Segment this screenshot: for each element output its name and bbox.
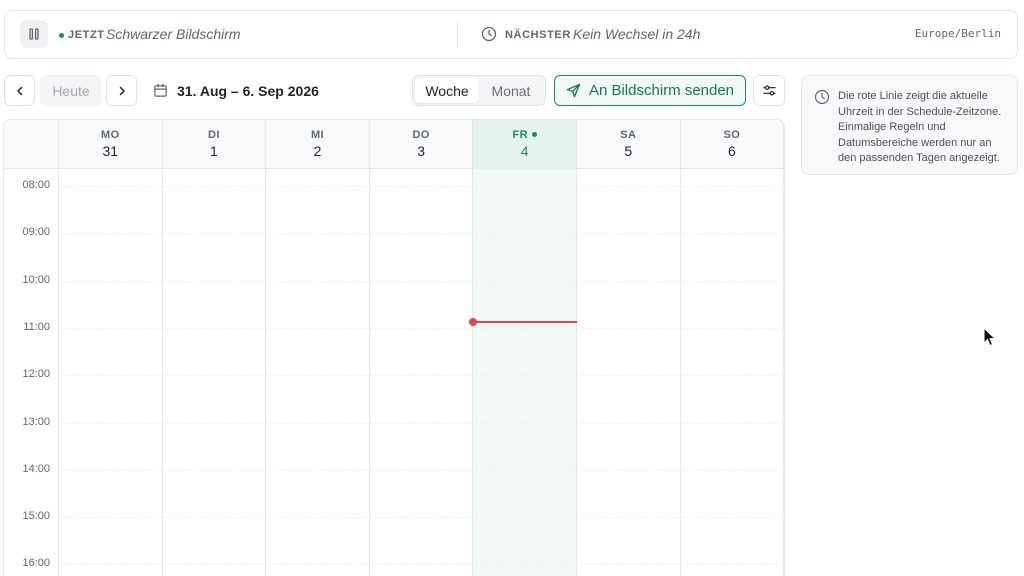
calendar-icon <box>154 83 167 97</box>
today-indicator-dot <box>531 131 537 137</box>
hour-gridline <box>59 517 784 519</box>
timezone-label: Europe/Berlin <box>914 27 1001 40</box>
chevron-left-icon <box>16 86 22 95</box>
pause-icon <box>29 28 39 40</box>
day-column-1[interactable] <box>163 169 267 576</box>
status-bar: JETZT Schwarzer Bildschirm NÄCHSTER Kein… <box>4 10 1018 59</box>
calendar-header: MO 31 DI 1 MI 2 DO 3 FR 4 SA 5 SO 6 <box>4 120 784 169</box>
next-value: Kein Wechsel in 24h <box>573 26 701 42</box>
day-header-1[interactable]: DI 1 <box>163 120 267 169</box>
next-week-button[interactable] <box>106 75 137 106</box>
pause-button[interactable] <box>20 20 48 48</box>
day-column-3[interactable] <box>370 169 474 576</box>
week-calendar: MO 31 DI 1 MI 2 DO 3 FR 4 SA 5 SO 6 08:00 09:00 10:00 11… <box>3 119 785 576</box>
hour-gridline <box>59 280 784 282</box>
day-abbr-text: DI <box>207 129 220 141</box>
sliders-icon <box>762 85 776 96</box>
hour-gridline <box>59 469 784 471</box>
day-header-5[interactable]: SA 5 <box>577 120 681 169</box>
day-number: 2 <box>313 143 322 159</box>
day-abbr: DI <box>163 129 266 141</box>
day-number: 1 <box>209 143 218 159</box>
calendar-body: 08:00 09:00 10:00 11:00 12:00 13:00 14:00 15:00… <box>4 169 784 576</box>
day-abbr-text: MI <box>310 129 324 141</box>
day-abbr-text: DO <box>412 129 430 141</box>
hour-label: 15:00 <box>22 510 50 523</box>
day-column-5[interactable] <box>577 169 681 576</box>
now-value: Schwarzer Bildschirm <box>106 26 241 42</box>
day-number: 31 <box>102 143 119 159</box>
today-button[interactable]: Heute <box>40 75 102 106</box>
hour-label: 12:00 <box>22 368 50 381</box>
clock-icon <box>814 89 830 105</box>
hour-gridline <box>59 422 784 424</box>
day-column-4[interactable] <box>473 169 577 576</box>
day-abbr: MO <box>59 129 162 141</box>
day-column-0[interactable] <box>59 169 163 576</box>
live-indicator-dot <box>59 33 64 38</box>
day-number: 3 <box>417 143 425 159</box>
day-column-2[interactable] <box>266 169 370 576</box>
hour-gridline <box>59 564 784 566</box>
status-divider <box>457 22 458 48</box>
hour-label: 11:00 <box>23 320 50 333</box>
day-header-2[interactable]: MI 2 <box>266 120 370 169</box>
day-abbr-text: SA <box>620 129 637 141</box>
day-abbr: MI <box>266 129 369 141</box>
info-text: Die rote Linie zeigt die aktuelle Uhrzei… <box>838 90 1002 164</box>
current-time-line <box>473 321 577 324</box>
day-abbr-text: FR <box>512 129 528 141</box>
prev-week-button[interactable] <box>4 75 35 106</box>
hour-gridline <box>59 186 784 187</box>
day-number: 4 <box>520 143 529 159</box>
hour-label: 10:00 <box>22 273 50 286</box>
day-header-4[interactable]: FR 4 <box>473 120 577 169</box>
mouse-cursor-icon <box>983 327 997 347</box>
day-number: 5 <box>624 143 633 159</box>
time-gutter-header <box>4 120 59 169</box>
send-icon <box>566 83 581 98</box>
day-abbr: FR <box>473 129 576 141</box>
hour-label: 09:00 <box>22 226 50 239</box>
day-number: 6 <box>727 143 736 159</box>
day-column-6[interactable] <box>681 169 784 576</box>
tab-month[interactable]: Monat <box>479 78 543 103</box>
day-abbr: DO <box>370 129 473 141</box>
hour-label: 14:00 <box>22 462 50 475</box>
send-to-screen-button[interactable]: An Bildschirm senden <box>554 75 746 106</box>
hour-label: 13:00 <box>22 415 50 428</box>
clock-icon <box>481 26 497 42</box>
now-label: JETZT <box>68 29 105 41</box>
hour-gridline <box>59 233 784 235</box>
day-abbr: SO <box>681 129 784 141</box>
hour-gridline <box>59 375 784 377</box>
settings-filter-button[interactable] <box>753 75 785 106</box>
view-toggle: Woche Monat <box>412 75 546 106</box>
day-abbr: SA <box>577 129 680 141</box>
day-abbr-text: SO <box>723 129 741 141</box>
next-label: NÄCHSTER <box>505 29 571 41</box>
send-button-label: An Bildschirm senden <box>588 82 735 99</box>
date-range-label: 31. Aug – 6. Sep 2026 <box>177 83 319 99</box>
time-gutter: 08:00 09:00 10:00 11:00 12:00 13:00 14:00 15:00… <box>4 169 59 576</box>
hour-label: 16:00 <box>22 557 50 570</box>
hour-label: 08:00 <box>22 179 50 191</box>
tab-week[interactable]: Woche <box>415 78 479 103</box>
day-header-0[interactable]: MO 31 <box>59 120 163 169</box>
info-box: Die rote Linie zeigt die aktuelle Uhrzei… <box>801 75 1018 175</box>
day-header-3[interactable]: DO 3 <box>370 120 474 169</box>
day-abbr-text: MO <box>101 129 120 141</box>
chevron-right-icon <box>119 86 125 95</box>
day-header-6[interactable]: SO 6 <box>681 120 784 169</box>
hour-gridline <box>59 327 784 329</box>
